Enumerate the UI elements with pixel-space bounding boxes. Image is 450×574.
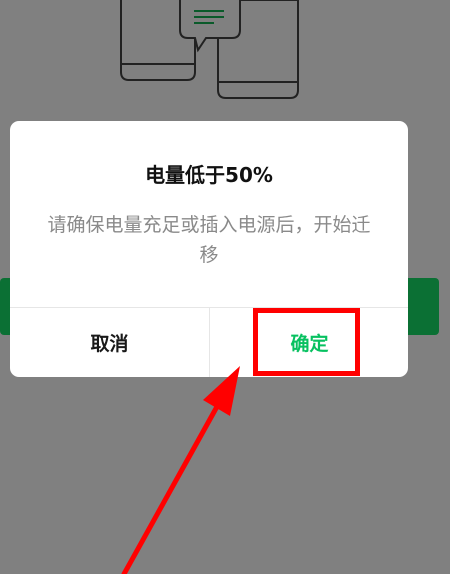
dialog-message: 请确保电量充足或插入电源后，开始迁移 (47, 214, 371, 266)
phone-transfer-illustration-icon (120, 0, 299, 99)
low-battery-dialog: 电量低于50% 请确保电量充足或插入电源后，开始迁移 取消 确定 (10, 121, 408, 377)
cancel-button[interactable]: 取消 (10, 308, 209, 377)
dialog-title: 电量低于50% (145, 163, 273, 187)
confirm-button[interactable]: 确定 (210, 308, 408, 377)
